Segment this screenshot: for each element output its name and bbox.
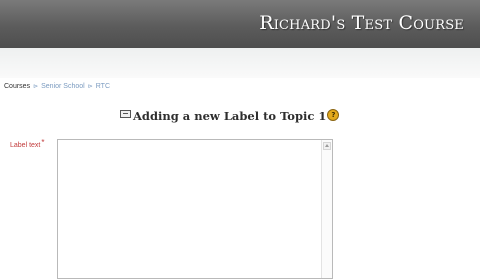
breadcrumb-separator-icon: ⊳ bbox=[87, 84, 93, 90]
breadcrumb: Courses ⊳ Senior School ⊳ RTC bbox=[4, 82, 110, 92]
breadcrumb-rtc[interactable]: RTC bbox=[96, 83, 110, 90]
label-icon bbox=[120, 110, 131, 118]
help-icon[interactable]: ? bbox=[327, 109, 340, 121]
course-title[interactable]: Richard's Test Course bbox=[259, 10, 464, 36]
required-marker: * bbox=[41, 138, 45, 147]
header-band bbox=[0, 48, 480, 78]
page-header: Richard's Test Course bbox=[0, 0, 480, 48]
breadcrumb-separator-icon: ⊳ bbox=[33, 84, 39, 90]
page-heading-text: Adding a new Label to Topic 1 bbox=[133, 109, 327, 123]
label-text-field-label: Label text* bbox=[10, 138, 45, 149]
label-text-caption: Label text bbox=[10, 142, 41, 149]
scroll-up-arrow-icon[interactable] bbox=[323, 142, 331, 150]
label-text-editor[interactable] bbox=[57, 139, 333, 279]
breadcrumb-senior-school[interactable]: Senior School bbox=[41, 83, 85, 90]
page-heading: Adding a new Label to Topic 1 ? bbox=[120, 108, 340, 124]
breadcrumb-courses[interactable]: Courses bbox=[4, 83, 30, 90]
editor-scrollbar[interactable] bbox=[321, 140, 332, 278]
